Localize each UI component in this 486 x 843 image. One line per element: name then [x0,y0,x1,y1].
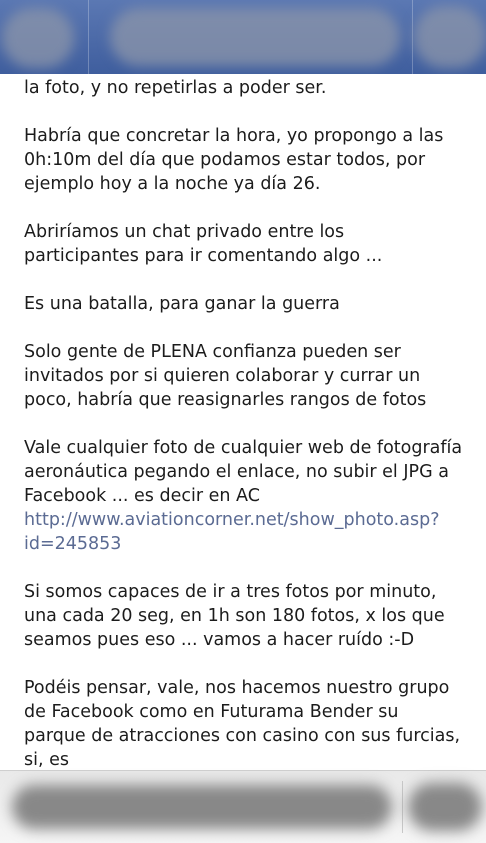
post-content-area[interactable]: la foto, y no repetirlas a poder ser. Ha… [0,74,486,770]
blurred-profile-icon[interactable] [414,6,486,68]
post-text: Vale cualquier foto de cualquier web de … [24,438,463,506]
post-paragraph: Solo gente de PLENA confianza pueden ser… [24,342,427,410]
post-paragraph: Abriríamos un chat privado entre los par… [24,222,383,266]
header-divider [412,0,413,74]
post-paragraph: Habría que concretar la hora, yo propong… [24,126,444,194]
post-body: la foto, y no repetirlas a poder ser. Ha… [24,76,464,770]
header-divider [88,0,89,74]
aviationcorner-link[interactable]: http://www.aviationcorner.net/show_photo… [24,510,439,554]
top-navigation-bar [0,0,486,75]
post-paragraph: la foto, y no repetirlas a poder ser. [24,78,327,98]
post-paragraph-with-link: Vale cualquier foto de cualquier web de … [24,436,464,556]
post-paragraph: Podéis pensar, vale, nos hacemos nuestro… [24,678,461,770]
blurred-send-button[interactable] [408,783,482,831]
post-paragraph: Es una batalla, para ganar la guerra [24,294,340,314]
blurred-title [110,8,400,66]
post-paragraph: Si somos capaces de ir a tres fotos por … [24,582,445,650]
blurred-message-input[interactable] [12,785,392,829]
footer-divider [402,781,403,833]
app-screen: la foto, y no repetirlas a poder ser. Ha… [0,0,486,843]
blurred-avatar-icon[interactable] [2,8,74,68]
bottom-input-bar [0,770,486,843]
